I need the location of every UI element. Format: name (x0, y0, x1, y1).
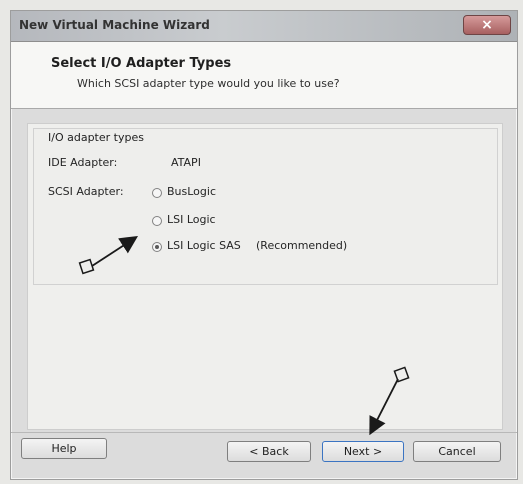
screenshot-page: New Virtual Machine Wizard × Select I/O … (0, 0, 523, 484)
radio-lsi-logic-sas-label: LSI Logic SAS (167, 239, 241, 252)
title-bar: New Virtual Machine Wizard × (11, 11, 517, 42)
radio-lsi-logic-label: LSI Logic (167, 213, 216, 226)
close-icon: × (481, 17, 493, 33)
radio-lsi-logic[interactable] (152, 216, 162, 226)
help-button[interactable]: Help (21, 438, 107, 459)
back-button[interactable]: < Back (227, 441, 311, 462)
content-area: I/O adapter types IDE Adapter: ATAPI SCS… (27, 123, 503, 430)
cancel-button[interactable]: Cancel (413, 441, 501, 462)
bottom-divider (11, 432, 517, 433)
next-button[interactable]: Next > (322, 441, 404, 462)
scsi-adapter-label: SCSI Adapter: (48, 185, 124, 198)
io-adapter-group: I/O adapter types IDE Adapter: ATAPI SCS… (33, 128, 498, 285)
ide-adapter-value: ATAPI (171, 156, 201, 169)
wizard-header: Select I/O Adapter Types Which SCSI adap… (11, 42, 517, 109)
page-subtitle: Which SCSI adapter type would you like t… (77, 77, 340, 90)
radio-buslogic-label: BusLogic (167, 185, 217, 198)
window-title: New Virtual Machine Wizard (19, 18, 210, 32)
page-title: Select I/O Adapter Types (51, 56, 232, 71)
radio-lsi-logic-sas[interactable] (152, 242, 162, 252)
close-button[interactable]: × (463, 15, 511, 35)
group-title: I/O adapter types (48, 131, 144, 144)
ide-adapter-label: IDE Adapter: (48, 156, 118, 169)
recommended-label: (Recommended) (256, 239, 348, 252)
wizard-window: New Virtual Machine Wizard × Select I/O … (10, 10, 518, 480)
radio-buslogic[interactable] (152, 188, 162, 198)
